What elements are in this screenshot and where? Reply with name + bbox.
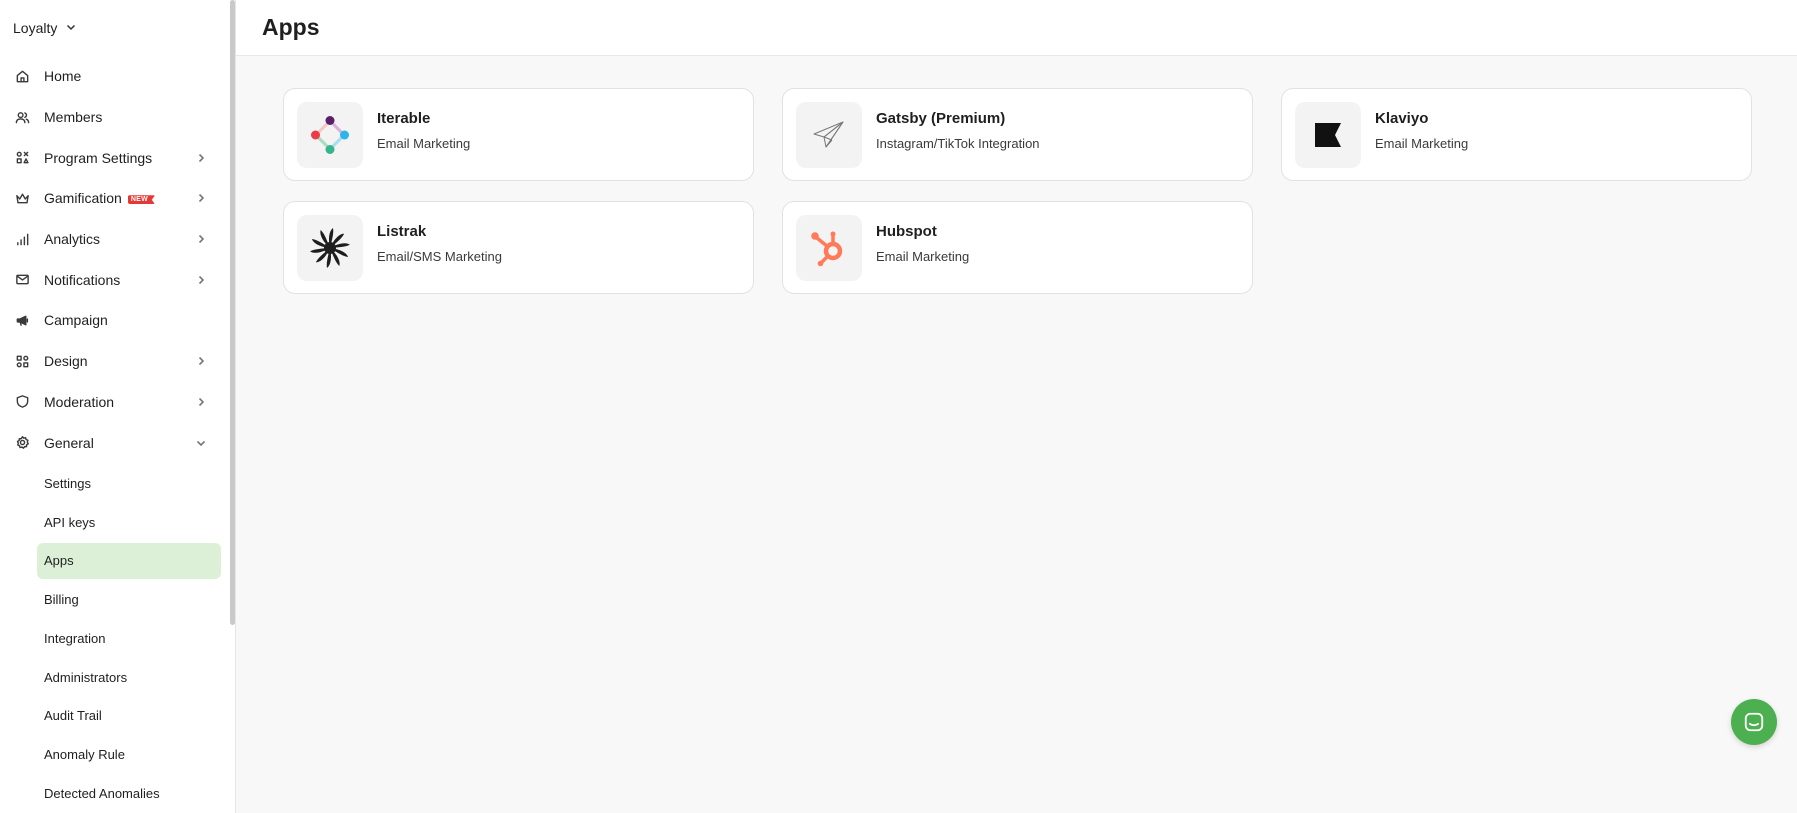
app-category: Email/SMS Marketing bbox=[377, 249, 502, 264]
sub-item-administrators[interactable]: Administrators bbox=[37, 659, 221, 695]
settings-grid-icon bbox=[14, 150, 30, 166]
chat-launcher-button[interactable] bbox=[1731, 699, 1777, 745]
sidebar-scrollbar[interactable] bbox=[230, 0, 235, 625]
chevron-right-icon bbox=[195, 192, 207, 204]
app-card-text: Klaviyo Email Marketing bbox=[1375, 110, 1468, 151]
nav-item-design[interactable]: Design bbox=[0, 341, 235, 382]
nav-label: Notifications bbox=[44, 271, 121, 288]
nav-item-analytics[interactable]: Analytics bbox=[0, 219, 235, 260]
chevron-right-icon bbox=[195, 355, 207, 367]
users-icon bbox=[14, 109, 30, 125]
nav-label: Program Settings bbox=[44, 149, 153, 166]
chevron-right-icon bbox=[195, 233, 207, 245]
chevron-right-icon bbox=[195, 396, 207, 408]
app-name: Klaviyo bbox=[1375, 110, 1429, 127]
app-name: Hubspot bbox=[876, 223, 937, 240]
sub-item-settings[interactable]: Settings bbox=[37, 466, 221, 502]
nav-item-general[interactable]: General bbox=[0, 422, 235, 463]
apps-grid: Iterable Email Marketing Gatsby (Premium… bbox=[283, 88, 1752, 294]
nav-item-members[interactable]: Members bbox=[0, 97, 235, 138]
nav-item-home[interactable]: Home bbox=[0, 56, 235, 97]
app-card-text: Listrak Email/SMS Marketing bbox=[377, 223, 502, 264]
iterable-logo bbox=[297, 101, 363, 168]
sub-item-integration[interactable]: Integration bbox=[37, 620, 221, 656]
crown-icon bbox=[14, 190, 30, 206]
shield-icon bbox=[14, 394, 30, 410]
app-card-hubspot[interactable]: Hubspot Email Marketing bbox=[782, 201, 1253, 294]
nav-item-campaign[interactable]: Campaign bbox=[0, 300, 235, 341]
chevron-down-icon bbox=[65, 20, 77, 36]
sub-item-billing[interactable]: Billing bbox=[37, 582, 221, 618]
app-name: Listrak bbox=[377, 223, 427, 240]
app-name: Gatsby (Premium) bbox=[876, 110, 1006, 127]
nav-label: Campaign bbox=[44, 312, 108, 329]
sub-item-detected-anomalies[interactable]: Detected Anomalies bbox=[37, 775, 221, 811]
nav-item-program-settings[interactable]: Program Settings bbox=[0, 137, 235, 178]
sub-item-apps[interactable]: Apps bbox=[37, 542, 221, 579]
app-category: Email Marketing bbox=[377, 136, 471, 151]
new-badge: NEW bbox=[127, 195, 156, 205]
bar-chart-icon bbox=[14, 231, 30, 247]
app-category: Email Marketing bbox=[1375, 136, 1469, 151]
nav-label: Members bbox=[44, 109, 103, 126]
sub-item-api-keys[interactable]: API keys bbox=[37, 504, 221, 540]
page-header: Apps bbox=[236, 0, 1797, 56]
nav-item-gamification[interactable]: Gamification NEW bbox=[0, 178, 235, 219]
workspace-switcher[interactable]: Loyalty bbox=[0, 16, 235, 40]
nav-label: Design bbox=[44, 353, 88, 370]
hubspot-sprocket-logo bbox=[796, 214, 862, 281]
megaphone-icon bbox=[14, 312, 30, 328]
nav-label: Analytics bbox=[44, 231, 101, 248]
nav-item-moderation[interactable]: Moderation bbox=[0, 382, 235, 423]
app-root: Loyalty Home Members Program Settings Ga bbox=[0, 0, 1797, 813]
chevron-right-icon bbox=[195, 152, 207, 164]
main-nav: Home Members Program Settings Gamificati… bbox=[0, 56, 235, 463]
workspace-label: Loyalty bbox=[13, 20, 58, 36]
app-card-text: Gatsby (Premium) Instagram/TikTok Integr… bbox=[876, 110, 1040, 151]
gamification-label: Gamification bbox=[44, 190, 122, 207]
chevron-down-icon bbox=[195, 437, 207, 449]
main-content: Apps Iterable Email Marketing Gatsby (Pr… bbox=[236, 0, 1797, 813]
paper-plane-icon bbox=[796, 101, 862, 168]
nav-label: Moderation bbox=[44, 393, 115, 410]
design-grid-icon bbox=[14, 353, 30, 369]
app-card-listrak[interactable]: Listrak Email/SMS Marketing bbox=[283, 201, 754, 294]
chat-icon bbox=[1744, 712, 1764, 732]
general-submenu: Settings API keys Apps Billing Integrati… bbox=[0, 466, 235, 812]
app-category: Instagram/TikTok Integration bbox=[876, 136, 1040, 151]
mail-icon bbox=[14, 272, 30, 288]
page-title: Apps bbox=[262, 14, 320, 40]
klaviyo-flag-logo bbox=[1295, 101, 1361, 168]
app-name: Iterable bbox=[377, 110, 431, 127]
nav-item-notifications[interactable]: Notifications bbox=[0, 259, 235, 300]
nav-label: General bbox=[44, 434, 94, 451]
nav-label: Home bbox=[44, 68, 82, 85]
nav-label: Gamification NEW bbox=[44, 190, 195, 206]
listrak-pinwheel-logo bbox=[297, 214, 363, 281]
gear-icon bbox=[14, 435, 30, 451]
app-card-klaviyo[interactable]: Klaviyo Email Marketing bbox=[1281, 88, 1752, 181]
chevron-right-icon bbox=[195, 274, 207, 286]
sidebar: Loyalty Home Members Program Settings Ga bbox=[0, 0, 236, 813]
app-card-text: Hubspot Email Marketing bbox=[876, 223, 969, 264]
sub-item-audit-trail[interactable]: Audit Trail bbox=[37, 698, 221, 734]
app-card-text: Iterable Email Marketing bbox=[377, 110, 470, 151]
sub-item-anomaly-rule[interactable]: Anomaly Rule bbox=[37, 736, 221, 772]
app-card-iterable[interactable]: Iterable Email Marketing bbox=[283, 88, 754, 181]
home-icon bbox=[14, 68, 30, 84]
app-category: Email Marketing bbox=[876, 249, 970, 264]
app-card-gatsby[interactable]: Gatsby (Premium) Instagram/TikTok Integr… bbox=[782, 88, 1253, 181]
